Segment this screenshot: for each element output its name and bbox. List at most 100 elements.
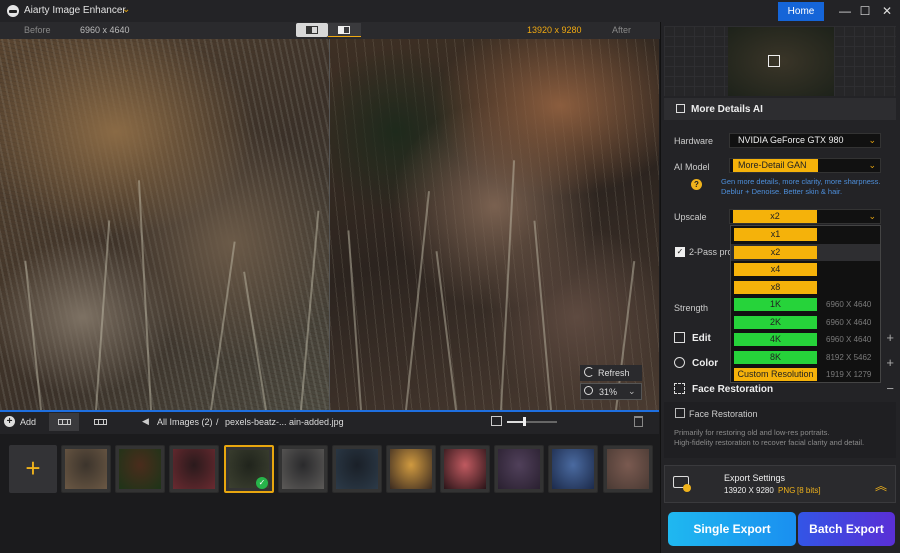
slider-handle[interactable] [523,417,526,426]
upscale-option-resolution: 1919 X 1279 [826,370,872,379]
ai-model-label: AI Model [674,162,710,172]
collapse-minus-icon[interactable]: − [886,381,894,396]
thumbnail-image [173,449,215,489]
thumbnail[interactable] [440,445,490,493]
thumbnail-image [444,449,486,489]
upscale-value[interactable]: x2 [733,210,817,223]
before-image[interactable] [0,39,330,410]
export-settings-title: Export Settings [724,473,786,483]
expand-plus-icon[interactable]: + [886,355,894,370]
upscale-option[interactable]: x8 [734,281,817,294]
export-resolution: 13920 X 9280 [724,486,774,495]
list-view-button[interactable] [85,413,115,431]
thumbnail[interactable] [332,445,382,493]
thumbnail[interactable] [278,445,328,493]
thumbnail[interactable] [115,445,165,493]
grid-icon [58,419,71,425]
expand-plus-icon[interactable]: + [886,330,894,345]
ai-model-value[interactable]: More-Detail GAN v2 [733,159,818,183]
grid-view-button[interactable] [49,413,79,431]
upscale-option[interactable]: 4K [734,333,817,346]
export-settings-bar[interactable] [664,465,896,503]
after-image[interactable] [330,39,659,410]
before-label: Before [24,25,51,35]
face-section-title: Face Restoration [692,384,774,395]
color-section-title: Color [692,358,719,369]
thumbnail-image [390,449,432,489]
maximize-icon[interactable]: ☐ [856,2,874,20]
face-restoration-checkbox[interactable] [675,408,685,418]
list-icon [94,419,107,425]
upscale-option[interactable]: x2 [734,246,817,259]
two-pass-checkbox[interactable]: ✓ [675,247,685,257]
enhance-icon [676,104,685,113]
upscale-label: Upscale [674,212,707,222]
hardware-select[interactable]: NVIDIA GeForce GTX 980 ⌄ [729,133,881,148]
thumbnail-image [498,449,540,489]
edit-icon [674,332,685,343]
app-menu-chevron-icon[interactable]: ⌄ [122,4,130,15]
app-logo-icon [7,5,19,17]
thumbnail[interactable] [169,445,219,493]
side-by-side-view-button[interactable] [328,23,361,37]
trash-icon[interactable] [634,416,643,427]
thumbnail-image [607,449,649,489]
back-arrow-icon[interactable]: ◀ [142,416,149,427]
thumbnail[interactable] [603,445,653,493]
image-size-icon [491,416,502,426]
compare-divider[interactable] [329,39,330,410]
chevron-down-icon: ⌄ [868,211,876,221]
face-description-line: Primarily for restoring old and low-res … [674,428,830,437]
chevron-down-icon[interactable]: ⌄ [628,386,636,397]
strength-label: Strength [674,303,709,313]
model-section-title: More Details AI [691,104,763,115]
add-icon[interactable]: + [4,416,15,427]
thumbnail[interactable] [386,445,436,493]
thumbnail[interactable] [61,445,111,493]
upscale-option[interactable]: 1K [734,298,817,311]
gear-icon [683,484,691,492]
navigator-viewport[interactable] [768,55,780,67]
face-restoration-checkbox-label: Face Restoration [689,409,758,419]
upscale-option-resolution: 6960 X 4640 [826,318,872,327]
export-bit-depth: [8 bits] [797,486,821,495]
single-export-button[interactable]: Single Export [668,512,796,546]
before-dimensions: 6960 x 4640 [80,25,130,35]
breadcrumb-all-images[interactable]: All Images (2) [157,417,213,427]
model-description-line: Deblur + Denoise. Better skin & hair. [721,187,843,196]
edit-section-title: Edit [692,333,711,344]
face-icon [674,383,685,394]
upscale-option-resolution: 6960 X 4640 [826,300,872,309]
breadcrumb-separator: / [216,417,219,427]
batch-export-button[interactable]: Batch Export [798,512,895,546]
split-view-button[interactable] [296,23,328,37]
upscale-option[interactable]: 2K [734,316,817,329]
thumbnail-image [552,449,594,489]
upscale-option[interactable]: 8K [734,351,817,364]
minimize-icon[interactable]: — [836,2,854,20]
after-dimensions: 13920 x 9280 [527,25,582,35]
thumbnail-image [336,449,378,489]
close-icon[interactable]: ✕ [878,2,896,20]
check-icon: ✓ [256,477,268,489]
app-title: Aiarty Image Enhancer [24,5,126,16]
thumbnail[interactable] [494,445,544,493]
home-button[interactable]: Home [778,2,824,21]
face-description-line: High-fidelity restoration to recover fac… [674,438,865,447]
hardware-value: NVIDIA GeForce GTX 980 [738,135,844,145]
upscale-option[interactable]: x1 [734,228,817,241]
split-view-icon [306,26,318,34]
thumbnail-image [119,449,161,489]
help-icon[interactable]: ? [691,179,702,190]
thumbnail-image [282,449,324,489]
thumbnail[interactable] [548,445,598,493]
navigator-preview [728,27,834,96]
breadcrumb-file: pexels-beatz-... ain-added.jpg [225,417,344,427]
upscale-option[interactable]: Custom Resolution [734,368,817,381]
model-description-line: Gen more details, more clarity, more sha… [721,177,881,186]
add-image-tile[interactable]: + [9,445,57,493]
upscale-option[interactable]: x4 [734,263,817,276]
hardware-label: Hardware [674,136,714,146]
add-button[interactable]: Add [20,417,36,427]
chevron-up-icon[interactable]: ︽ [875,477,887,494]
